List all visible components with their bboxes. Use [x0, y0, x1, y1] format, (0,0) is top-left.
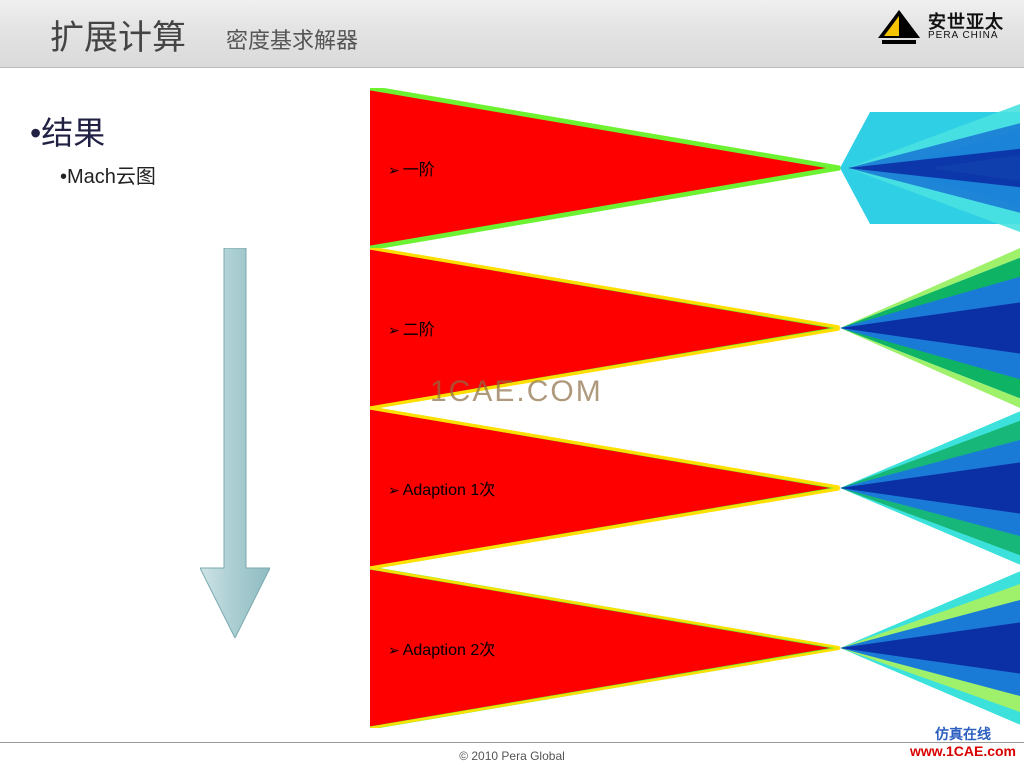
- contour-2: 二阶: [370, 248, 1020, 408]
- logo-text: 安世亚太 PERA CHINA: [928, 13, 1004, 41]
- slide-body: •结果 •Mach云图 一阶: [0, 68, 1024, 738]
- logo-cn: 安世亚太: [928, 13, 1004, 31]
- slide: 扩展计算 密度基求解器 安世亚太 PERA CHINA •结果 •Mach云图: [0, 0, 1024, 768]
- contour-stack: 一阶 二阶: [370, 88, 1020, 728]
- down-arrow-icon: [200, 248, 270, 638]
- watermark-bottom-right: 仿真在线 www.1CAE.com: [910, 726, 1016, 760]
- logo-en: PERA CHINA: [928, 31, 1004, 41]
- bullet-result: •结果: [30, 108, 330, 154]
- mach-contour-image: [370, 88, 1020, 248]
- contour-4: Adaption 2次: [370, 568, 1020, 728]
- contour-label-1: 一阶: [388, 156, 435, 180]
- slide-title: 扩展计算: [50, 10, 186, 59]
- contour-label-2: 二阶: [388, 316, 435, 340]
- copyright: © 2010 Pera Global: [459, 749, 565, 763]
- slide-footer: © 2010 Pera Global: [0, 742, 1024, 768]
- mach-contour-image: [370, 248, 1020, 408]
- watermark-br-line2: www.1CAE.com: [910, 743, 1016, 760]
- contour-3: Adaption 1次: [370, 408, 1020, 568]
- pera-logo-icon: [878, 10, 920, 44]
- slide-header: 扩展计算 密度基求解器 安世亚太 PERA CHINA: [0, 0, 1024, 68]
- left-text: •结果 •Mach云图: [30, 108, 330, 189]
- contour-label-4: Adaption 2次: [388, 636, 495, 660]
- slide-subtitle: 密度基求解器: [226, 23, 358, 59]
- contour-label-3: Adaption 1次: [388, 476, 495, 500]
- pera-logo: 安世亚太 PERA CHINA: [878, 10, 1004, 44]
- watermark-br-line1: 仿真在线: [910, 726, 1016, 743]
- contour-1: 一阶: [370, 88, 1020, 248]
- bullet-mach: •Mach云图: [60, 160, 330, 189]
